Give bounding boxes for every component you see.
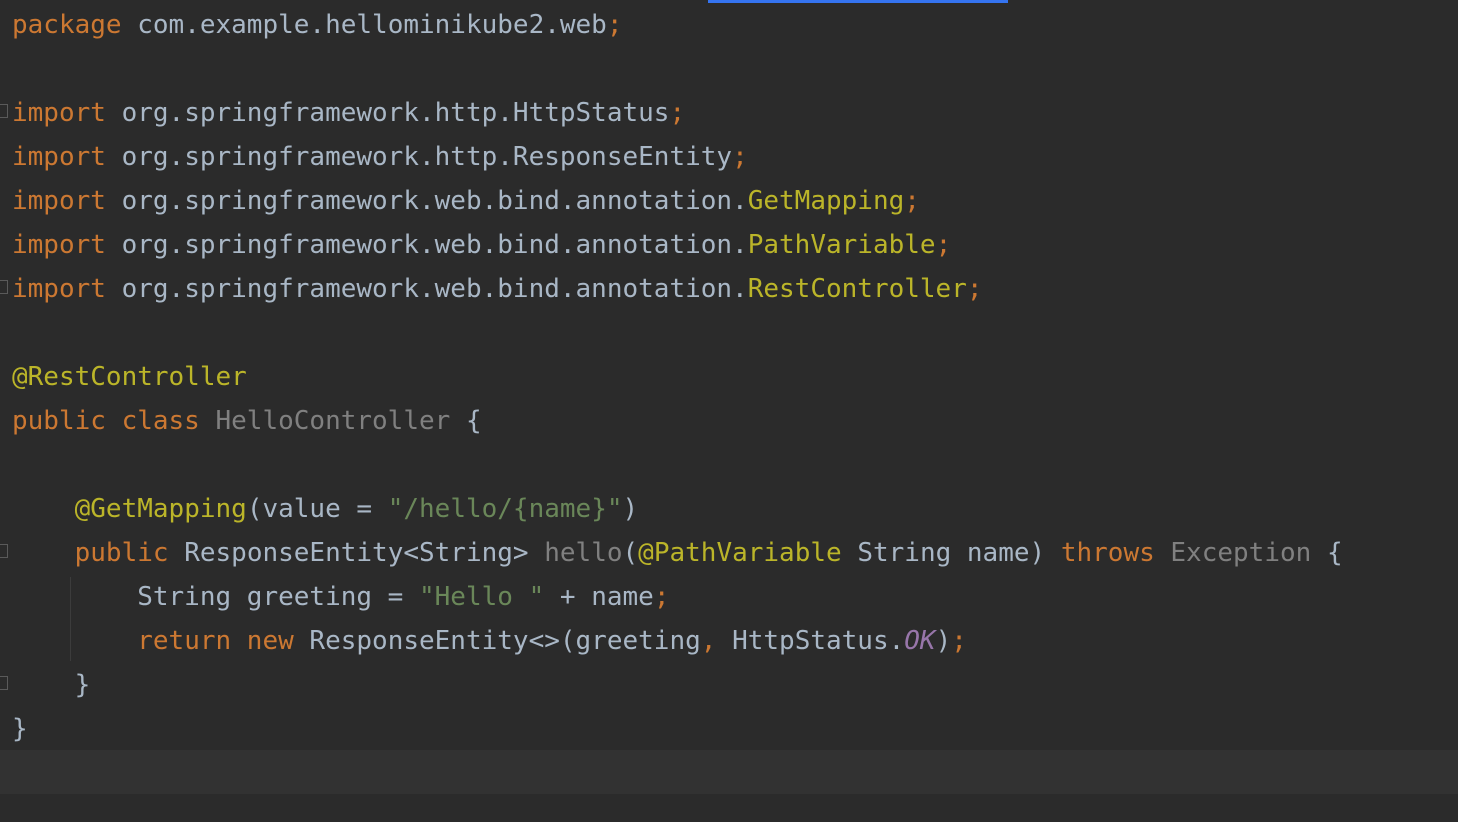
code-token: "Hello ": [419, 582, 545, 612]
code-token: hello: [544, 538, 623, 568]
code-token: return new: [137, 626, 310, 656]
code-lines[interactable]: package com.example.hellominikube2.web; i…: [0, 3, 1458, 795]
code-token: import: [12, 274, 122, 304]
code-token: ;: [669, 98, 686, 128]
code-token: ;: [904, 186, 920, 216]
code-line[interactable]: [0, 751, 1458, 795]
code-line[interactable]: String greeting = "Hello " + name;: [0, 575, 1458, 619]
code-token: package: [12, 10, 138, 40]
code-token: @GetMapping: [74, 494, 247, 524]
code-line[interactable]: package com.example.hellominikube2.web;: [0, 3, 1458, 47]
code-line[interactable]: public ResponseEntity<String> hello(@Pat…: [0, 531, 1458, 575]
code-token: org.springframework.http.ResponseEntity: [121, 142, 733, 172]
code-token: (value =: [246, 494, 388, 524]
code-token: ): [935, 626, 952, 656]
code-line[interactable]: @RestController: [0, 355, 1458, 399]
code-token: ): [622, 494, 639, 524]
code-line[interactable]: import org.springframework.http.Response…: [0, 135, 1458, 179]
code-token: org.springframework.web.bind.annotation.: [121, 186, 748, 216]
code-line[interactable]: [0, 311, 1458, 355]
code-token: {: [450, 406, 482, 436]
code-line[interactable]: import org.springframework.http.HttpStat…: [0, 91, 1458, 135]
code-token: public class: [12, 406, 216, 436]
code-token: import: [12, 142, 122, 172]
code-line[interactable]: import org.springframework.web.bind.anno…: [0, 223, 1458, 267]
code-token: ,: [700, 626, 733, 656]
code-line[interactable]: [0, 443, 1458, 487]
code-token: org.springframework.web.bind.annotation.: [121, 230, 748, 260]
code-token: ResponseEntity<String>: [184, 538, 545, 568]
code-line[interactable]: import org.springframework.web.bind.anno…: [0, 179, 1458, 223]
code-line[interactable]: public class HelloController {: [0, 399, 1458, 443]
code-token: String name): [841, 538, 1061, 568]
code-token: @PathVariable: [638, 538, 842, 568]
code-token: ;: [966, 274, 983, 304]
code-token: import: [12, 98, 122, 128]
code-line[interactable]: import org.springframework.web.bind.anno…: [0, 267, 1458, 311]
code-token: }: [12, 714, 28, 744]
code-token: HelloController: [215, 406, 451, 436]
code-token: Exception: [1170, 538, 1312, 568]
code-token: ;: [951, 626, 967, 656]
code-token: HttpStatus.: [732, 626, 905, 656]
code-token: org.springframework.web.bind.annotation.: [121, 274, 748, 304]
code-token: PathVariable: [747, 230, 936, 260]
code-token: ResponseEntity<>(greeting: [309, 626, 701, 656]
code-token: "/hello/{name}": [387, 494, 623, 524]
code-token: GetMapping: [747, 186, 905, 216]
code-line[interactable]: }: [0, 707, 1458, 751]
code-token: ;: [935, 230, 952, 260]
code-editor[interactable]: package com.example.hellominikube2.web; i…: [0, 0, 1458, 822]
code-token: String greeting =: [12, 582, 419, 612]
code-token: ;: [606, 10, 623, 40]
code-token: throws: [1060, 538, 1171, 568]
code-line[interactable]: [0, 47, 1458, 91]
code-token: @RestController: [12, 362, 247, 392]
code-token: public: [74, 538, 185, 568]
code-token: + name: [544, 582, 654, 612]
code-token: (: [622, 538, 639, 568]
code-token: ;: [653, 582, 670, 612]
code-token: import: [12, 186, 122, 216]
code-line[interactable]: }: [0, 663, 1458, 707]
code-token: ;: [732, 142, 748, 172]
code-line[interactable]: @GetMapping(value = "/hello/{name}"): [0, 487, 1458, 531]
code-token: {: [1311, 538, 1343, 568]
code-token: com.example.hellominikube2.web: [137, 10, 607, 40]
code-line[interactable]: return new ResponseEntity<>(greeting, Ht…: [0, 619, 1458, 663]
code-token: import: [12, 230, 122, 260]
code-token: RestController: [747, 274, 967, 304]
code-token: }: [12, 670, 91, 700]
code-token: OK: [904, 626, 936, 656]
code-token: org.springframework.http.HttpStatus: [121, 98, 670, 128]
